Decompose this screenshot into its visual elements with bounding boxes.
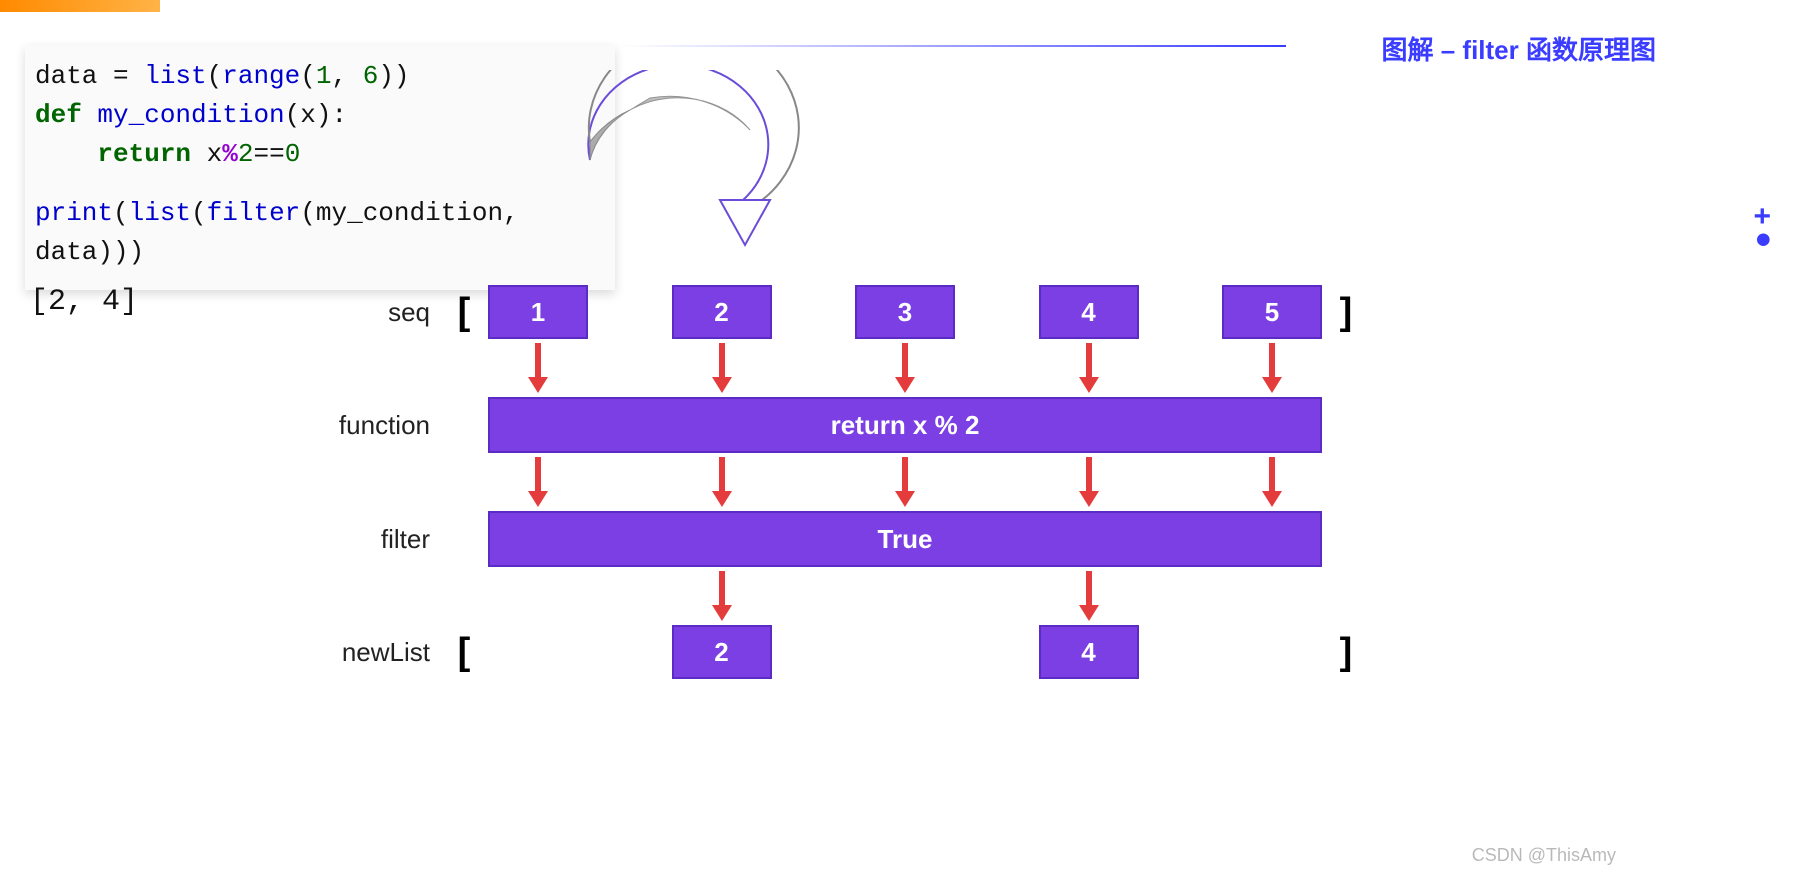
bracket-open: [ <box>450 631 478 674</box>
dot-icon: • <box>1753 234 1771 246</box>
function-label: function <box>280 410 450 441</box>
filter-label: filter <box>280 524 450 555</box>
code-number: 0 <box>285 139 301 169</box>
code-builtin: list <box>129 198 191 228</box>
filter-bar: True <box>488 511 1322 567</box>
title-divider <box>620 45 1286 47</box>
code-text: data = <box>35 61 144 91</box>
code-builtin: range <box>222 61 300 91</box>
newlist-item: 2 <box>672 625 772 679</box>
bracket-close: ] <box>1332 291 1360 334</box>
bracket-close: ] <box>1332 631 1360 674</box>
watermark: CSDN @ThisAmy <box>1472 845 1616 866</box>
code-operator: % <box>222 139 238 169</box>
code-builtin: print <box>35 198 113 228</box>
newlist-row: newList [ 2 4 ] <box>280 625 1360 679</box>
code-line-2: def my_condition(x): <box>35 96 605 135</box>
code-text: == <box>253 139 284 169</box>
code-text: , <box>331 61 362 91</box>
curved-arrow-icon <box>560 70 840 250</box>
seq-item: 1 <box>488 285 588 339</box>
arrows-function-to-filter <box>280 453 1360 511</box>
code-paren: ( <box>300 61 316 91</box>
top-accent-bar <box>0 0 160 12</box>
code-keyword: return <box>97 139 191 169</box>
code-builtin: filter <box>207 198 301 228</box>
code-paren: ( <box>113 198 129 228</box>
code-keyword: def <box>35 100 82 130</box>
newlist-item: 4 <box>1039 625 1139 679</box>
filter-row: filter True <box>280 511 1360 567</box>
code-text: x <box>191 139 222 169</box>
code-number: 6 <box>363 61 379 91</box>
decorative-marks: + • <box>1753 200 1771 246</box>
arrows-filter-to-newlist <box>280 567 1360 625</box>
filter-diagram: seq [ 1 2 3 4 5 ] function return x % 2 <box>280 285 1360 679</box>
seq-item: 5 <box>1222 285 1322 339</box>
code-output: [2, 4] <box>30 285 138 319</box>
seq-boxes: 1 2 3 4 5 <box>478 285 1332 339</box>
page-title: 图解 – filter 函数原理图 <box>1382 30 1656 67</box>
function-bar: return x % 2 <box>488 397 1322 453</box>
code-number: 2 <box>238 139 254 169</box>
function-row: function return x % 2 <box>280 397 1360 453</box>
arrows-seq-to-function <box>280 339 1360 397</box>
code-blank-line <box>35 174 605 194</box>
code-number: 1 <box>316 61 332 91</box>
bracket-open: [ <box>450 291 478 334</box>
code-line-1: data = list(range(1, 6)) <box>35 57 605 96</box>
code-paren: ( <box>207 61 223 91</box>
code-text: (x): <box>285 100 347 130</box>
code-line-4: print(list(filter(my_condition, data))) <box>35 194 605 272</box>
newlist-boxes: 2 4 <box>478 625 1332 679</box>
code-line-3: return x%2==0 <box>35 135 605 174</box>
newlist-label: newList <box>280 637 450 668</box>
code-builtin: list <box>144 61 206 91</box>
seq-item: 4 <box>1039 285 1139 339</box>
code-snippet: data = list(range(1, 6)) def my_conditio… <box>25 45 615 290</box>
seq-item: 2 <box>672 285 772 339</box>
code-paren: ( <box>191 198 207 228</box>
code-paren: )) <box>378 61 409 91</box>
seq-row: seq [ 1 2 3 4 5 ] <box>280 285 1360 339</box>
seq-item: 3 <box>855 285 955 339</box>
code-identifier: my_condition <box>82 100 285 130</box>
seq-label: seq <box>280 297 450 328</box>
